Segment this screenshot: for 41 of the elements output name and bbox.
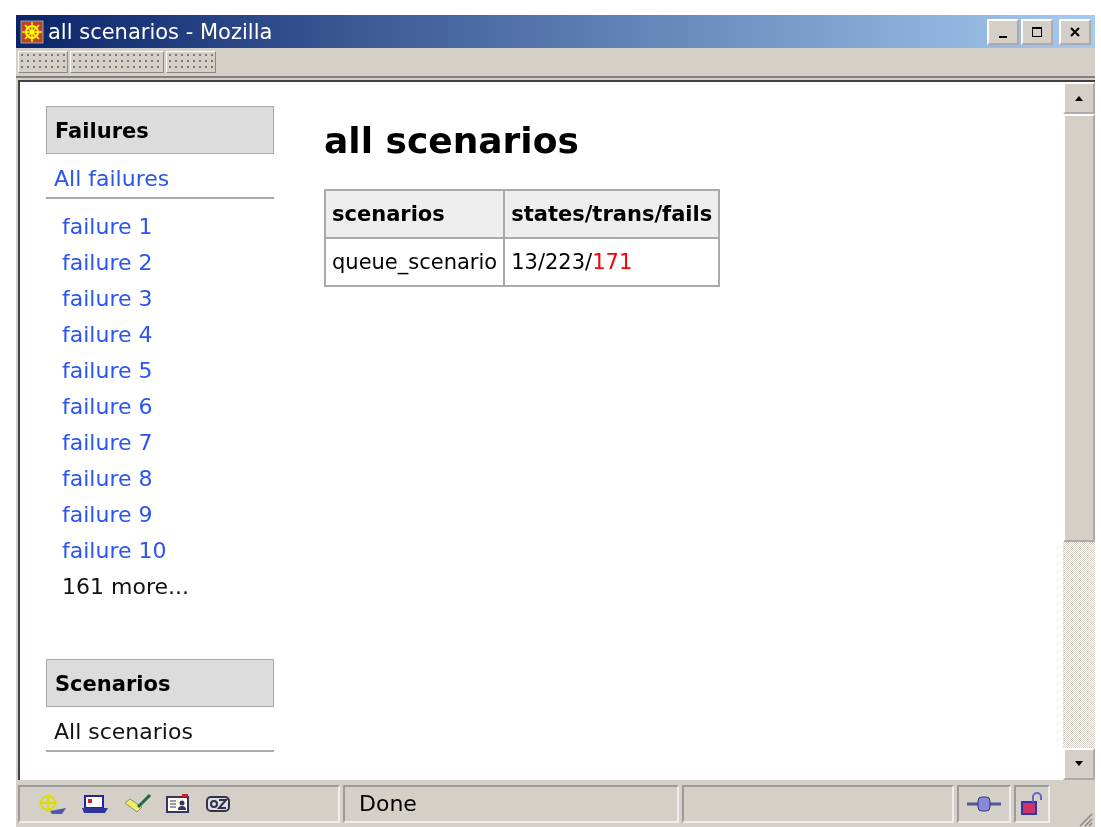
sidebar-link[interactable]: failure 6 [62, 389, 153, 425]
toolbar-grip[interactable] [18, 51, 68, 73]
scroll-thumb[interactable] [1063, 114, 1095, 542]
sidebar-link[interactable]: All failures [46, 154, 274, 197]
table-cell: 13/223/171 [504, 238, 720, 286]
pen-icon[interactable] [122, 792, 152, 815]
maximize-button[interactable] [1021, 18, 1053, 45]
sidebar-text: All scenarios [53, 718, 194, 746]
toolbar-grip[interactable] [70, 51, 164, 73]
resize-grip-icon[interactable] [1077, 811, 1093, 827]
address-card-icon[interactable] [164, 792, 192, 815]
toolbar-grip[interactable] [166, 51, 216, 73]
status-text: Done [359, 791, 417, 816]
sidebar-link[interactable]: failure 1 [62, 209, 153, 245]
sidebar-link[interactable]: failure 5 [62, 353, 153, 389]
close-button[interactable] [1059, 18, 1091, 45]
sidebar-link[interactable]: failure 3 [62, 281, 153, 317]
maximize-icon [1031, 25, 1043, 38]
minimize-icon [999, 35, 1007, 38]
column-header: states/trans/fails [504, 190, 720, 238]
plug-icon[interactable] [966, 793, 1002, 814]
column-header: scenarios [325, 190, 505, 238]
section-heading: Failures [46, 106, 274, 154]
sidebar-link[interactable]: failure 9 [62, 497, 153, 533]
sidebar-link[interactable]: failure 10 [62, 533, 167, 569]
scroll-down-button[interactable] [1063, 748, 1095, 780]
scroll-up-button[interactable] [1063, 82, 1095, 114]
sidebar-link[interactable]: failure 7 [62, 425, 153, 461]
vertical-scrollbar[interactable] [1063, 82, 1095, 780]
table-cell: queue_scenario [325, 238, 505, 286]
down-arrow-icon [1073, 760, 1085, 768]
up-arrow-icon [1073, 94, 1085, 102]
sidebar-link[interactable]: failure 8 [62, 461, 153, 497]
padlock-icon[interactable] [1020, 791, 1044, 816]
sidebar-link[interactable]: failure 2 [62, 245, 153, 281]
window-title: all scenarios - Mozilla [48, 19, 274, 44]
section-heading: Scenarios [46, 659, 274, 707]
sidebar-link[interactable]: failure 4 [62, 317, 153, 353]
sidebar-text: 161 more... [62, 573, 189, 601]
page-heading: all scenarios [324, 120, 580, 161]
close-icon [1069, 25, 1081, 38]
